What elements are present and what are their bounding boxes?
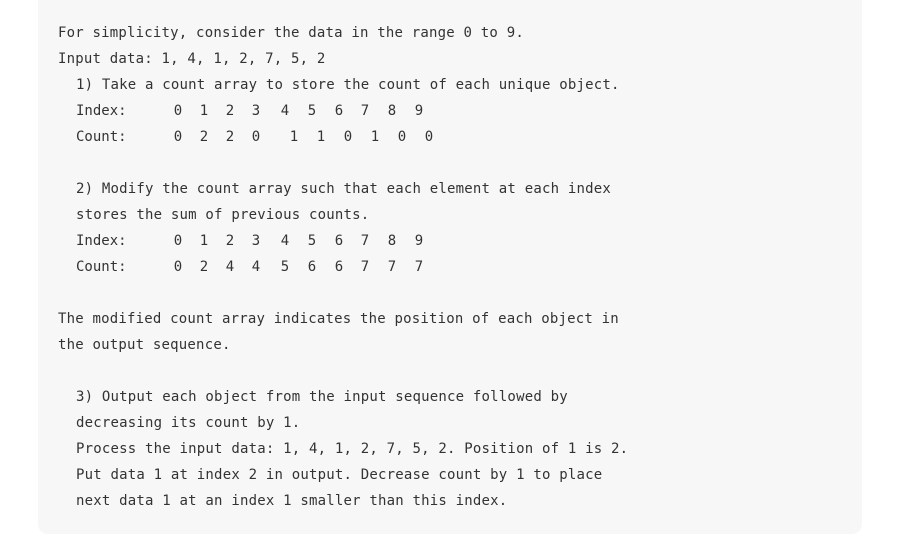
step2-title-line2: stores the sum of previous counts. (76, 207, 370, 223)
note-line2: the output sequence. (58, 337, 231, 353)
step1-index-label: Index: (76, 103, 127, 119)
step2-index-cell: 4 (280, 233, 290, 249)
step2-count-label: Count: (76, 259, 127, 275)
step1-count-label: Count: (76, 129, 127, 145)
step2-count-cell: 7 (414, 259, 424, 275)
step1-title: 1) Take a count array to store the count… (76, 77, 620, 93)
step1-count-cell: 2 (225, 129, 235, 145)
step2-index-row: Index: 0 1 2 3 4 5 6 7 8 9 (76, 228, 476, 254)
step2-title-line1: 2) Modify the count array such that each… (76, 181, 611, 197)
step2-index-cell: 3 (251, 233, 261, 249)
intro-line-input: Input data: 1, 4, 1, 2, 7, 5, 2 (58, 51, 326, 67)
step2-index-cell: 6 (334, 233, 344, 249)
step1-count-cell: 1 (316, 129, 326, 145)
step1-index-cell: 2 (225, 103, 235, 119)
step3-line5: next data 1 at an index 1 smaller than t… (76, 493, 508, 509)
step1-index-cell: 3 (251, 103, 261, 119)
step2-count-cell: 6 (334, 259, 344, 275)
step2-count-row: Count: 0 2 4 4 5 6 6 7 7 7 (76, 254, 476, 280)
step1-index-row: Index: 0 1 2 3 4 5 6 7 8 9 (76, 98, 476, 124)
step1-index-cell: 1 (199, 103, 209, 119)
step1-index-cell: 0 (173, 103, 183, 119)
step2-count-cell: 0 (173, 259, 183, 275)
step1-count-cell: 0 (397, 129, 407, 145)
step2-count-cell: 6 (307, 259, 317, 275)
step2-index-cell: 0 (173, 233, 183, 249)
step3-line2: decreasing its count by 1. (76, 415, 301, 431)
step2-count-cell: 4 (225, 259, 235, 275)
intro-line-range: For simplicity, consider the data in the… (58, 25, 524, 41)
step1-count-cell: 2 (199, 129, 209, 145)
step1-count-cell: 0 (251, 129, 261, 145)
step1-index-cell: 5 (307, 103, 317, 119)
step1-count-row: Count: 0 2 2 0 1 1 0 1 0 0 (76, 124, 476, 150)
step1-index-cell: 8 (387, 103, 397, 119)
step2-count-cell: 7 (360, 259, 370, 275)
step2-index-cell: 2 (225, 233, 235, 249)
step2-count-cell: 4 (251, 259, 261, 275)
step2-index-cell: 5 (307, 233, 317, 249)
step2-count-cell: 7 (387, 259, 397, 275)
code-block: For simplicity, consider the data in the… (38, 0, 862, 534)
note-line1: The modified count array indicates the p… (58, 311, 619, 327)
step2-index-cell: 9 (414, 233, 424, 249)
step1-index-cell: 7 (360, 103, 370, 119)
step1-count-cell: 0 (343, 129, 353, 145)
step2-count-cell: 5 (280, 259, 290, 275)
step3-line3: Process the input data: 1, 4, 1, 2, 7, 5… (76, 441, 629, 457)
step1-count-cell: 1 (370, 129, 380, 145)
step3-line1: 3) Output each object from the input seq… (76, 389, 568, 405)
step1-index-cell: 6 (334, 103, 344, 119)
step1-count-cell: 0 (424, 129, 434, 145)
step1-count-cell: 1 (289, 129, 299, 145)
step3-line4: Put data 1 at index 2 in output. Decreas… (76, 467, 603, 483)
step2-index-cell: 8 (387, 233, 397, 249)
step2-index-cell: 7 (360, 233, 370, 249)
step2-index-cell: 1 (199, 233, 209, 249)
step1-count-cell: 0 (173, 129, 183, 145)
step2-index-label: Index: (76, 233, 127, 249)
step1-index-cell: 4 (280, 103, 290, 119)
step1-index-cell: 9 (414, 103, 424, 119)
step2-count-cell: 2 (199, 259, 209, 275)
